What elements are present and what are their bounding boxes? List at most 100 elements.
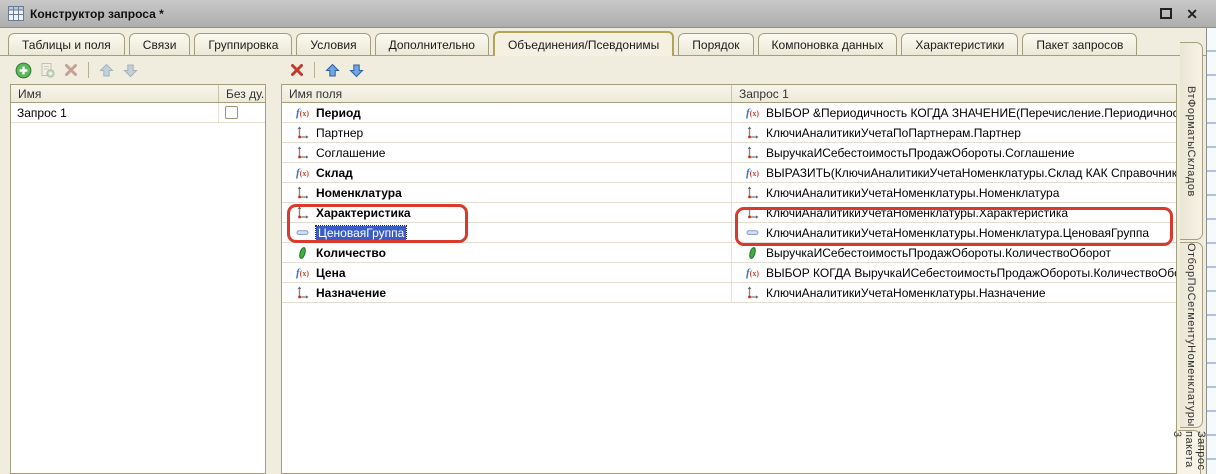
delete-icon <box>64 63 78 77</box>
toolbar-separator <box>314 62 315 78</box>
dimension-icon <box>746 126 759 139</box>
dimension-icon <box>296 206 309 219</box>
function-icon: f(x) <box>746 107 759 119</box>
dash-icon <box>745 226 760 239</box>
arrow-up-icon <box>99 63 114 78</box>
tab-tables-fields[interactable]: Таблицы и поля <box>8 33 125 55</box>
tab-bar: Таблицы и поля Связи Группировка Условия… <box>0 28 1206 56</box>
close-button[interactable]: ✕ <box>1186 7 1198 21</box>
maximize-button[interactable] <box>1160 8 1172 19</box>
move-query-up-button[interactable] <box>97 61 115 79</box>
function-icon: f(x) <box>296 167 309 179</box>
column-header-query1[interactable]: Запрос 1 <box>732 85 1176 102</box>
field-name: Цена <box>316 266 346 280</box>
side-tab-selection-by-segment[interactable]: ОтборПоСегментуНоменклатуры <box>1180 242 1203 428</box>
field-row[interactable]: f(x) Цена f(x) ВЫБОР КОГДА ВыручкаИСебес… <box>282 263 1176 283</box>
fields-toolbar <box>288 58 365 82</box>
field-expression: ВЫРАЗИТЬ(КлючиАналитикиУчетаНоменклатуры… <box>766 166 1176 180</box>
add-query-button[interactable] <box>14 61 32 79</box>
dimension-icon <box>746 286 759 299</box>
move-query-down-button[interactable] <box>121 61 139 79</box>
tab-characteristics[interactable]: Характеристики <box>901 33 1018 55</box>
arrow-up-icon <box>325 63 340 78</box>
field-name: Партнер <box>316 126 363 140</box>
tab-additional[interactable]: Дополнительно <box>375 33 489 55</box>
dimension-icon <box>296 186 309 199</box>
column-header-name[interactable]: Имя <box>11 85 219 102</box>
field-name: Соглашение <box>316 146 385 160</box>
arrow-down-icon <box>349 63 364 78</box>
function-icon: f(x) <box>746 267 759 279</box>
query-name-cell[interactable]: Запрос 1 <box>11 103 219 122</box>
arrow-down-icon <box>123 63 138 78</box>
side-tab-vt-formats-warehouses[interactable]: ВтФорматыСкладов <box>1180 42 1203 240</box>
field-expression: ВыручкаИСебестоимостьПродажОбороты.Согла… <box>766 146 1075 160</box>
fields-grid: Имя поля Запрос 1 f(x) Период f(x) ВЫБОР… <box>281 84 1177 474</box>
tab-grouping[interactable]: Группировка <box>194 33 292 55</box>
field-expression: КлючиАналитикиУчетаНоменклатуры.Номенкла… <box>766 226 1149 240</box>
resource-icon <box>296 246 309 260</box>
panel-splitter[interactable] <box>266 84 281 474</box>
delete-icon <box>290 63 304 77</box>
copy-query-button[interactable] <box>38 61 56 79</box>
table-icon <box>8 6 24 21</box>
field-row[interactable]: Номенклатура КлючиАналитикиУчетаНоменкла… <box>282 183 1176 203</box>
query-builder-window: Конструктор запроса * ✕ Таблицы и поля С… <box>0 0 1216 474</box>
function-icon: f(x) <box>296 107 309 119</box>
dimension-icon <box>296 146 309 159</box>
tab-conditions[interactable]: Условия <box>296 33 370 55</box>
tab-links[interactable]: Связи <box>129 33 191 55</box>
field-expression: ВЫБОР КОГДА ВыручкаИСебестоимостьПродажО… <box>766 266 1176 280</box>
function-icon: f(x) <box>746 167 759 179</box>
move-field-down-button[interactable] <box>347 61 365 79</box>
field-name: Назначение <box>316 286 386 300</box>
dimension-icon <box>746 146 759 159</box>
field-row[interactable]: Назначение КлючиАналитикиУчетаНоменклату… <box>282 283 1176 303</box>
field-name: Количество <box>316 246 386 260</box>
dimension-icon <box>746 206 759 219</box>
add-icon <box>15 62 32 79</box>
window-title: Конструктор запроса * <box>30 7 164 21</box>
dash-icon <box>295 226 310 239</box>
delete-query-button[interactable] <box>62 61 80 79</box>
dimension-icon <box>296 126 309 139</box>
title-bar: Конструктор запроса * ✕ <box>0 0 1216 28</box>
field-name-edit-selected[interactable]: ЦеноваяГруппа <box>316 226 406 240</box>
function-icon: f(x) <box>296 267 309 279</box>
dimension-icon <box>296 286 309 299</box>
side-tab-query-batch-3[interactable]: Запрос пакета 3 <box>1178 430 1201 474</box>
field-name: Склад <box>316 166 353 180</box>
column-header-no-duplicates[interactable]: Без ду... <box>219 85 265 102</box>
field-row[interactable]: Партнер КлючиАналитикиУчетаПоПартнерам.П… <box>282 123 1176 143</box>
dimension-icon <box>746 186 759 199</box>
field-expression: ВЫБОР &Периодичность КОГДА ЗНАЧЕНИЕ(Пере… <box>766 106 1176 120</box>
toolbar-separator <box>88 62 89 78</box>
field-expression: КлючиАналитикиУчетаПоПартнерам.Партнер <box>766 126 1021 140</box>
queries-toolbar <box>14 58 139 82</box>
copy-icon <box>39 62 55 78</box>
delete-field-button[interactable] <box>288 61 306 79</box>
field-row[interactable]: f(x) Период f(x) ВЫБОР &Периодичность КО… <box>282 103 1176 123</box>
field-expression: ВыручкаИСебестоимостьПродажОбороты.Колич… <box>766 246 1111 260</box>
tab-data-composition[interactable]: Компоновка данных <box>758 33 898 55</box>
field-name: Период <box>316 106 361 120</box>
field-row[interactable]: f(x) Склад f(x) ВЫРАЗИТЬ(КлючиАналитикиУ… <box>282 163 1176 183</box>
field-expression: КлючиАналитикиУчетаНоменклатуры.Номенкла… <box>766 186 1059 200</box>
column-header-field-name[interactable]: Имя поля <box>282 85 732 102</box>
query-row[interactable]: Запрос 1 <box>11 103 265 123</box>
field-expression: КлючиАналитикиУчетаНоменклатуры.Назначен… <box>766 286 1046 300</box>
field-row-selected[interactable]: ЦеноваяГруппа КлючиАналитикиУчетаНоменкл… <box>282 223 1176 243</box>
resource-icon <box>746 246 759 260</box>
no-duplicates-checkbox[interactable] <box>225 106 238 119</box>
field-name: Номенклатура <box>316 186 402 200</box>
field-row[interactable]: Количество ВыручкаИСебестоимостьПродажОб… <box>282 243 1176 263</box>
field-expression: КлючиАналитикиУчетаНоменклатуры.Характер… <box>766 206 1068 220</box>
field-row[interactable]: Соглашение ВыручкаИСебестоимостьПродажОб… <box>282 143 1176 163</box>
tab-query-batch[interactable]: Пакет запросов <box>1022 33 1137 55</box>
tab-order[interactable]: Порядок <box>678 33 753 55</box>
background-list-strip <box>1206 28 1216 474</box>
field-name: Характеристика <box>316 206 411 220</box>
tab-unions-aliases[interactable]: Объединения/Псевдонимы <box>493 31 674 56</box>
field-row[interactable]: Характеристика КлючиАналитикиУчетаНоменк… <box>282 203 1176 223</box>
move-field-up-button[interactable] <box>323 61 341 79</box>
